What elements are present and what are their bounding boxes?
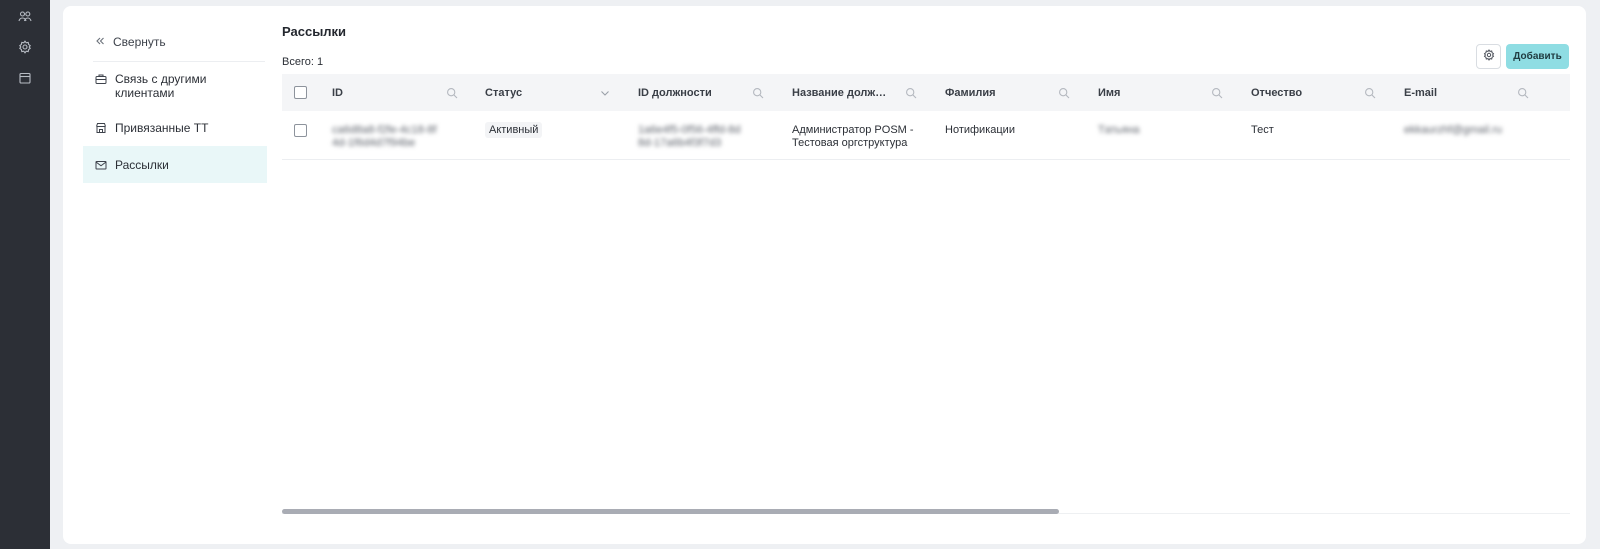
scrollbar-thumb[interactable] xyxy=(282,509,1059,514)
cell-email: ekkaurzhf@gmail.ru xyxy=(1404,124,1502,136)
search-icon[interactable] xyxy=(752,86,764,99)
gear-icon xyxy=(1483,48,1495,66)
search-icon[interactable] xyxy=(1058,86,1070,99)
double-chevron-left-icon xyxy=(95,35,105,49)
column-header-first-name[interactable]: Имя xyxy=(1098,74,1208,111)
status-badge: Активный xyxy=(485,122,543,138)
cell-position-id: 1a6e4f5-0f56-4ffd-8d8d-17a6b4f3f7d3 xyxy=(638,124,741,149)
mailings-table: ID Статус ID должности Название должн... xyxy=(282,74,1570,514)
sidebar-item-client-links[interactable]: Связь с другими клиентами xyxy=(83,72,267,102)
page-title: Рассылки xyxy=(282,24,347,39)
main-card: Свернуть Связь с другими клиентами Привя… xyxy=(63,6,1586,544)
chevron-down-icon[interactable] xyxy=(599,86,611,98)
sidebar-item-linked-outlets[interactable]: Привязанные ТТ xyxy=(83,121,267,141)
sidebar-item-label: Связь с другими клиентами xyxy=(115,72,207,100)
section-sidebar: Свернуть Связь с другими клиентами Привя… xyxy=(83,6,267,544)
gear-icon[interactable] xyxy=(17,39,33,55)
search-icon[interactable] xyxy=(446,86,458,99)
search-icon[interactable] xyxy=(905,86,917,99)
column-header-position-name[interactable]: Название должн... xyxy=(792,74,888,111)
search-icon[interactable] xyxy=(1211,86,1223,99)
divider xyxy=(93,61,265,62)
column-header-email[interactable]: E-mail xyxy=(1404,74,1514,111)
sidebar-item-label: Привязанные ТТ xyxy=(115,121,209,135)
column-header-patronymic[interactable]: Отчество xyxy=(1251,74,1361,111)
collapse-button[interactable]: Свернуть xyxy=(95,34,166,50)
horizontal-scrollbar[interactable] xyxy=(282,509,1570,515)
cell-first-name: Tатьяна xyxy=(1098,124,1140,136)
search-icon[interactable] xyxy=(1517,86,1529,99)
column-header-position-id[interactable]: ID должности xyxy=(638,74,748,111)
cell-patronymic: Тест xyxy=(1251,124,1274,136)
row-checkbox[interactable] xyxy=(294,124,307,137)
envelope-icon xyxy=(95,158,107,174)
cell-id: ca6d8a8-f2fe-4c18-8f4d-1f6d4d7f94be xyxy=(332,124,437,149)
briefcase-icon xyxy=(95,72,107,88)
sidebar-item-label: Рассылки xyxy=(115,158,169,172)
total-count: Всего: 1 xyxy=(282,56,324,68)
cell-position-name: Администратор POSM - Тестовая оргструкту… xyxy=(792,124,914,149)
select-all-checkbox[interactable] xyxy=(294,86,307,99)
store-icon xyxy=(95,121,107,137)
table-row[interactable]: ca6d8a8-f2fe-4c18-8f4d-1f6d4d7f94be Акти… xyxy=(282,111,1570,160)
collapse-label: Свернуть xyxy=(113,35,166,49)
app-rail xyxy=(0,0,50,549)
add-button[interactable]: Добавить xyxy=(1506,44,1569,69)
sidebar-item-mailings[interactable]: Рассылки xyxy=(83,146,267,183)
column-header-last-name[interactable]: Фамилия xyxy=(945,74,1055,111)
cell-last-name: Нотификации xyxy=(945,124,1015,136)
calendar-icon[interactable] xyxy=(17,70,33,86)
search-icon[interactable] xyxy=(1364,86,1376,99)
table-header: ID Статус ID должности Название должн... xyxy=(282,74,1570,111)
users-icon[interactable] xyxy=(17,9,33,25)
table-settings-button[interactable] xyxy=(1476,44,1501,69)
